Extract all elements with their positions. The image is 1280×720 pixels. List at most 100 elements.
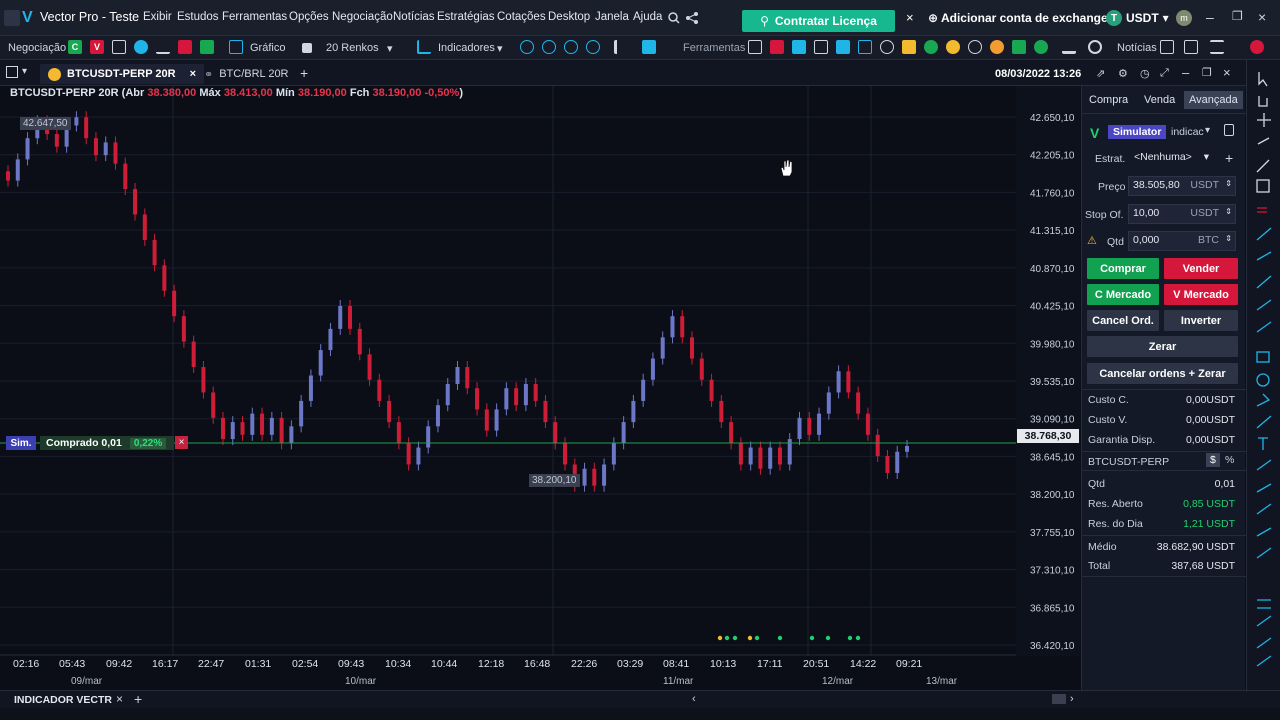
add-tab-icon[interactable]: +	[134, 691, 142, 707]
license-button[interactable]: ⚲ Contratar Licença	[742, 10, 895, 32]
app-menu-icon[interactable]	[4, 10, 20, 26]
close-icon[interactable]: ×	[1223, 65, 1231, 80]
add-tab-icon[interactable]: +	[300, 65, 308, 81]
menu-exibir[interactable]: Exibir	[143, 11, 172, 23]
cancel-order-button[interactable]: Cancel Ord.	[1087, 310, 1159, 331]
menu-icon[interactable]	[1210, 40, 1224, 54]
menu-noticias[interactable]: Notícias	[393, 11, 435, 23]
tab-venda[interactable]: Venda	[1144, 94, 1175, 106]
menu-janela[interactable]: Janela	[595, 11, 629, 23]
menu-estudos[interactable]: Estudos	[177, 11, 219, 23]
tool-icon[interactable]	[924, 40, 938, 54]
inverter-button[interactable]: Inverter	[1164, 310, 1238, 331]
tab-compra[interactable]: Compra	[1089, 94, 1128, 106]
zoom-reset-icon[interactable]	[586, 40, 600, 54]
book-icon[interactable]	[178, 40, 192, 54]
scroll-left-icon[interactable]: ‹	[692, 693, 696, 705]
menu-ajuda[interactable]: Ajuda	[633, 11, 662, 23]
add-exchange-button[interactable]: ⊕ Adicionar conta de exchange	[928, 11, 1108, 25]
share-icon[interactable]	[686, 12, 698, 24]
menu-negociacao[interactable]: Negociação	[332, 11, 393, 23]
menu-desktop[interactable]: Desktop	[548, 11, 590, 23]
zoom-out-icon[interactable]	[542, 40, 556, 54]
close-license-icon[interactable]: ×	[906, 10, 914, 25]
lock-icon[interactable]	[1224, 124, 1234, 136]
negociacao-label[interactable]: Negociação	[8, 42, 66, 54]
tool-icon[interactable]	[880, 40, 894, 54]
tab-btc-brl[interactable]: ⚭ BTC/BRL 20R	[196, 64, 297, 84]
news-icon[interactable]	[1160, 40, 1174, 54]
stop-input[interactable]: 10,00 USDT ⇕	[1128, 204, 1236, 224]
preco-input[interactable]: 38.505,80 USDT ⇕	[1128, 176, 1236, 196]
tool-icon[interactable]	[990, 40, 1004, 54]
calendar-icon[interactable]	[1184, 40, 1198, 54]
tab-btcusdt-perp[interactable]: BTCUSDT-PERP 20R ×	[40, 64, 205, 84]
tool-icon[interactable]	[946, 40, 960, 54]
close-tab-icon[interactable]: ×	[116, 692, 123, 706]
zerar-button[interactable]: Zerar	[1087, 336, 1238, 357]
buy-c-button[interactable]: C	[68, 40, 82, 54]
search-icon[interactable]	[668, 12, 680, 24]
chevron-down-icon[interactable]: ▾	[387, 42, 393, 55]
education-icon[interactable]	[1062, 40, 1076, 54]
tool-icon[interactable]	[814, 40, 828, 54]
tab-avancada[interactable]: Avançada	[1184, 91, 1243, 109]
simulator-account[interactable]: indicac	[1171, 126, 1204, 138]
close-position-icon[interactable]: ×	[175, 436, 188, 449]
scroll-thumb[interactable]	[1052, 694, 1066, 704]
chevron-down-icon[interactable]: ▾	[497, 42, 503, 55]
avatar[interactable]: m	[1176, 10, 1192, 26]
vender-button[interactable]: Vender	[1164, 258, 1238, 279]
simulator-badge[interactable]: Simulator	[1108, 125, 1167, 139]
tool-icon[interactable]	[748, 40, 762, 54]
share-icon[interactable]: ⇗	[1096, 67, 1105, 80]
position-badge[interactable]: Comprado 0,01 0,22%	[40, 436, 174, 450]
minimize-icon[interactable]: –	[1182, 65, 1189, 80]
chart-icon[interactable]	[229, 40, 243, 54]
menu-ferramentas[interactable]: Ferramentas	[222, 11, 287, 23]
menu-estrategias[interactable]: Estratégias	[437, 11, 495, 23]
menu-cotacoes[interactable]: Cotações	[497, 11, 546, 23]
renko-chart[interactable]: 42.650,10 42.205,10 41.760,10 41.315,10 40.8…	[0, 86, 1080, 656]
minimize-icon[interactable]: –	[1206, 9, 1214, 25]
c-mercado-button[interactable]: C Mercado	[1087, 284, 1159, 305]
maximize-icon[interactable]: ❐	[1232, 9, 1243, 23]
tool-icon[interactable]	[792, 40, 806, 54]
notifications-icon[interactable]	[1250, 40, 1264, 54]
percent-toggle[interactable]: %	[1225, 454, 1234, 466]
grafico-button[interactable]: Gráfico	[250, 42, 285, 54]
qtd-input[interactable]: 0,000 BTC ⇕	[1128, 231, 1236, 251]
tool-icon[interactable]	[770, 40, 784, 54]
scroll-right-icon[interactable]: ›	[1070, 693, 1074, 705]
menu-opcoes[interactable]: Opções	[289, 11, 329, 23]
tool-icon[interactable]	[858, 40, 872, 54]
renkos-selector[interactable]: 20 Renkos	[326, 42, 379, 54]
bars-icon[interactable]	[156, 40, 170, 54]
v-mercado-button[interactable]: V Mercado	[1164, 284, 1238, 305]
cart-icon[interactable]	[1012, 40, 1026, 54]
sell-v-button[interactable]: V	[90, 40, 104, 54]
refresh-icon[interactable]	[200, 40, 214, 54]
close-icon[interactable]: ×	[1258, 9, 1266, 25]
workspace-icon[interactable]	[6, 66, 18, 78]
layout-icon[interactable]	[642, 40, 656, 54]
tool-icon[interactable]	[836, 40, 850, 54]
gear-icon[interactable]	[1088, 40, 1102, 54]
indicadores-button[interactable]: Indicadores	[438, 42, 495, 54]
settings-icon[interactable]: ⚙	[1118, 67, 1128, 80]
comprar-button[interactable]: Comprar	[1087, 258, 1159, 279]
maximize-icon[interactable]: ❐	[1202, 66, 1212, 79]
pie-icon[interactable]	[134, 40, 148, 54]
tool-icon[interactable]	[968, 40, 982, 54]
noticias-button[interactable]: Notícias	[1117, 42, 1157, 54]
currency-selector[interactable]: T USDT ▾	[1106, 10, 1169, 26]
add-strategy-icon[interactable]: +	[1225, 150, 1233, 166]
chevron-down-icon[interactable]: ▾	[1205, 125, 1210, 136]
cancel-zerar-button[interactable]: Cancelar ordens + Zerar	[1087, 363, 1238, 384]
clock-icon[interactable]: ◷	[1140, 67, 1150, 80]
dollar-toggle[interactable]: $	[1206, 453, 1220, 467]
folder-icon[interactable]	[902, 40, 916, 54]
estrat-select[interactable]: <Nenhuma> ▾	[1130, 149, 1212, 169]
chevron-down-icon[interactable]: ▾	[22, 66, 27, 77]
indicator-tab[interactable]: INDICADOR VECTR	[14, 694, 112, 706]
